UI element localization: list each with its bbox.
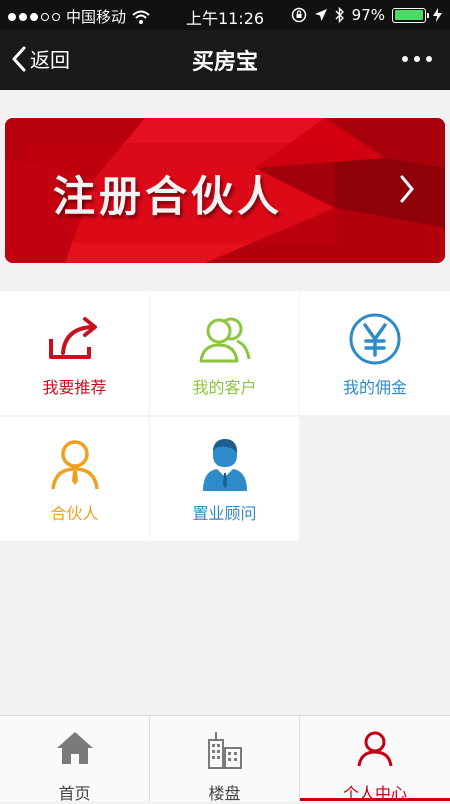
tab-profile[interactable]: 个人中心: [300, 716, 450, 803]
grid-label-partner: 合伙人: [50, 504, 99, 523]
grid-item-customers[interactable]: 我的客户: [150, 291, 299, 415]
grid-item-consultant[interactable]: 置业顾问: [150, 417, 299, 541]
customers-icon: [199, 317, 250, 363]
partner-icon: [50, 440, 99, 490]
tab-buildings[interactable]: 楼盘: [150, 716, 299, 803]
location-arrow-icon: [314, 9, 327, 21]
person-icon: [357, 731, 393, 767]
register-partner-banner[interactable]: 注册合伙人: [5, 118, 445, 263]
yen-icon: [349, 313, 401, 365]
tab-home[interactable]: 首页: [0, 716, 149, 803]
status-bar: 中国移动 上午11:26 97%: [0, 0, 450, 30]
consultant-icon: [202, 439, 247, 491]
grid-label-customers: 我的客户: [192, 378, 257, 397]
grid-item-partner[interactable]: 合伙人: [0, 417, 149, 541]
grid-label-consultant: 置业顾问: [192, 504, 257, 523]
buildings-icon: [207, 732, 242, 769]
more-dots-icon: [402, 56, 408, 62]
bluetooth-icon: [335, 7, 344, 23]
rotation-lock-icon: [291, 7, 306, 23]
grid-item-recommend[interactable]: 我要推荐: [0, 291, 149, 415]
battery-percent: 97%: [351, 6, 385, 24]
tab-bar: 首页 楼盘 个人中心: [0, 715, 450, 803]
more-button[interactable]: [402, 56, 432, 62]
grid-item-commission[interactable]: 我的佣金: [300, 291, 450, 415]
tab-label-home: 首页: [58, 784, 91, 803]
tab-label-buildings: 楼盘: [208, 784, 241, 803]
battery-icon: [392, 7, 429, 23]
navigation-bar: 返回 买房宝: [0, 30, 450, 90]
status-right: 97%: [291, 6, 442, 24]
grid-label-recommend: 我要推荐: [42, 378, 107, 397]
banner-title: 注册合伙人: [53, 172, 284, 221]
page-title: 买房宝: [191, 50, 258, 75]
home-icon: [56, 732, 93, 764]
share-arrow-icon: [48, 317, 97, 359]
chevron-right-icon: [400, 175, 414, 203]
charging-bolt-icon: [433, 8, 442, 22]
grid-label-commission: 我的佣金: [342, 378, 407, 397]
